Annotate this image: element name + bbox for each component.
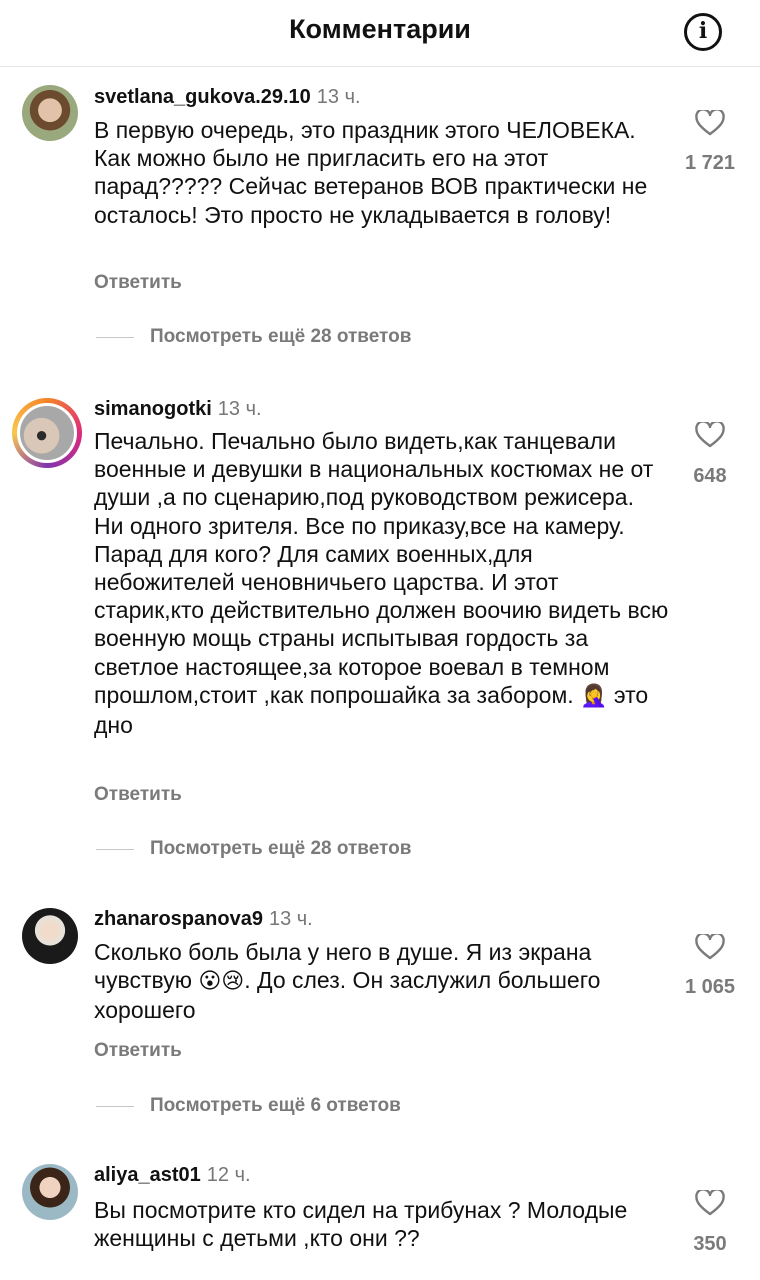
timestamp: 13 ч. [316,86,361,108]
comment-text-main: Печально. Печально было видеть,как танце… [94,428,669,708]
username[interactable]: aliya_ast01 [94,1164,201,1186]
comment-text: Вы посмотрите кто сидел на трибунах ? Мо… [94,1197,628,1252]
avatar-image [17,403,77,463]
divider [96,337,134,338]
comment-text: Сколько боль была у него в душе. Я из эк… [94,938,669,1025]
like-count: 350 [693,1233,727,1255]
avatar[interactable] [22,908,78,964]
page-title: Комментарии [289,14,471,44]
like-count: 648 [693,465,727,487]
header: Комментарии i [0,0,760,67]
view-replies-label: Посмотреть ещё 28 ответов [150,838,412,859]
timestamp: 12 ч. [206,1164,251,1186]
avatar[interactable] [12,398,82,468]
reply-button[interactable]: Ответить [94,1040,182,1062]
divider [96,849,134,850]
view-replies-label: Посмотреть ещё 28 ответов [150,326,412,347]
facepalm-emoji: 🤦‍♀️ [580,683,608,709]
timestamp: 13 ч. [268,908,313,930]
username[interactable]: simanogotki [94,398,212,420]
surprised-crying-emoji: 😮😢 [198,969,245,995]
timestamp: 13 ч. [217,398,262,420]
divider [96,1106,134,1107]
avatar[interactable] [22,85,78,141]
like-count: 1 065 [684,976,736,998]
like-count: 1 721 [684,152,736,174]
comment-meta: aliya_ast01 12 ч. [94,1164,251,1187]
info-icon[interactable]: i [684,13,722,51]
comment-meta: simanogotki 13 ч. [94,398,262,421]
heart-icon[interactable] [695,110,725,136]
comment-meta: zhanarospanova9 13 ч. [94,908,313,931]
username[interactable]: zhanarospanova9 [94,908,263,930]
comment-meta: svetlana_gukova.29.10 13 ч. [94,86,361,109]
view-replies-label: Посмотреть ещё 6 ответов [150,1095,401,1116]
heart-icon[interactable] [695,422,725,448]
comment-text: Печально. Печально было видеть,как танце… [94,427,669,739]
username[interactable]: svetlana_gukova.29.10 [94,86,311,108]
comment-text: В первую очередь, это праздник этого ЧЕЛ… [94,117,648,228]
reply-button[interactable]: Ответить [94,272,182,294]
avatar[interactable] [22,1164,78,1220]
reply-button[interactable]: Ответить [94,784,182,806]
heart-icon[interactable] [695,1190,725,1216]
heart-icon[interactable] [695,934,725,960]
